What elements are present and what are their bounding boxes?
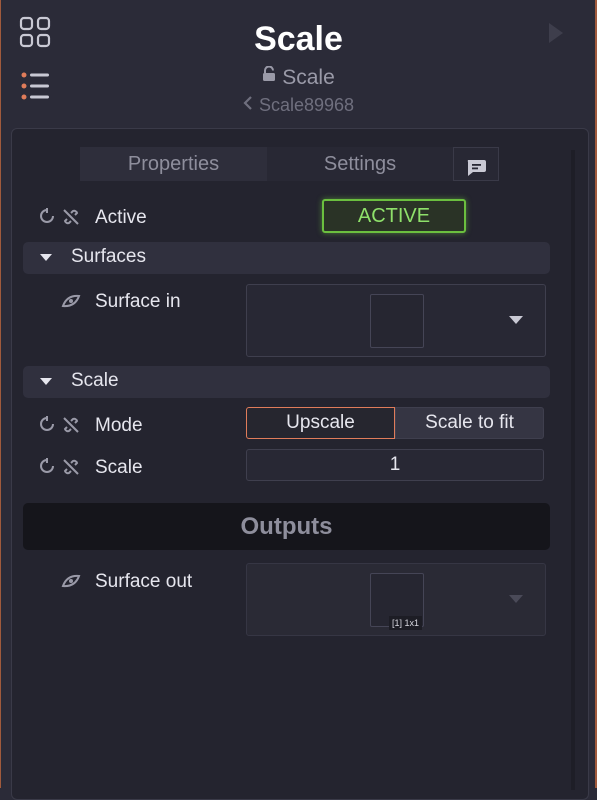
unlink-icon[interactable] (62, 208, 80, 231)
reset-icon[interactable] (39, 458, 55, 479)
node-type: Scale (0, 64, 597, 90)
chevron-left-icon (243, 94, 253, 115)
surface-in-preview (370, 294, 424, 348)
outputs-header-label: Outputs (240, 513, 333, 540)
node-type-label: Scale (282, 66, 335, 89)
tab-settings[interactable]: Settings (267, 147, 453, 181)
outputs-header: Outputs (23, 503, 550, 550)
eye-icon[interactable] (61, 293, 81, 314)
reset-icon[interactable] (39, 416, 55, 437)
breadcrumb[interactable]: Scale89968 (0, 94, 597, 116)
chat-icon (465, 155, 487, 189)
section-surfaces[interactable]: Surfaces (23, 242, 550, 274)
unlink-icon[interactable] (62, 458, 80, 481)
reset-icon[interactable] (39, 208, 55, 229)
tab-properties[interactable]: Properties (80, 147, 267, 181)
section-scale[interactable]: Scale (23, 366, 550, 398)
active-value: ACTIVE (357, 205, 431, 227)
surface-out-selector[interactable]: [1] 1x1 (246, 563, 546, 636)
eye-icon[interactable] (61, 573, 81, 594)
mode-label: Mode (95, 415, 143, 436)
scale-label: Scale (95, 457, 143, 478)
surface-in-label: Surface in (95, 291, 181, 312)
surface-out-label: Surface out (95, 571, 193, 592)
lock-icon[interactable] (262, 64, 276, 88)
chevron-down-icon (40, 254, 52, 261)
mode-option-scale-to-fit[interactable]: Scale to fit (395, 407, 544, 439)
scrollbar[interactable] (571, 150, 575, 790)
scale-input[interactable]: 1 (246, 449, 544, 481)
surface-out-size: [1] 1x1 (389, 616, 423, 630)
tab-chat[interactable] (453, 147, 499, 181)
mode-option-upscale[interactable]: Upscale (246, 407, 395, 439)
chevron-down-icon (40, 378, 52, 385)
chevron-down-icon (509, 595, 523, 603)
active-label: Active (95, 207, 147, 228)
surface-in-selector[interactable] (246, 284, 546, 357)
breadcrumb-label: Scale89968 (258, 95, 355, 115)
chevron-down-icon[interactable] (509, 316, 523, 324)
active-toggle[interactable]: ACTIVE (322, 199, 466, 233)
tab-bar: Properties Settings (80, 147, 500, 181)
section-scale-label: Scale (71, 370, 119, 391)
node-title: Scale (254, 20, 343, 58)
unlink-icon[interactable] (62, 416, 80, 439)
window-edge-left (0, 0, 1, 788)
section-surfaces-label: Surfaces (71, 246, 146, 267)
